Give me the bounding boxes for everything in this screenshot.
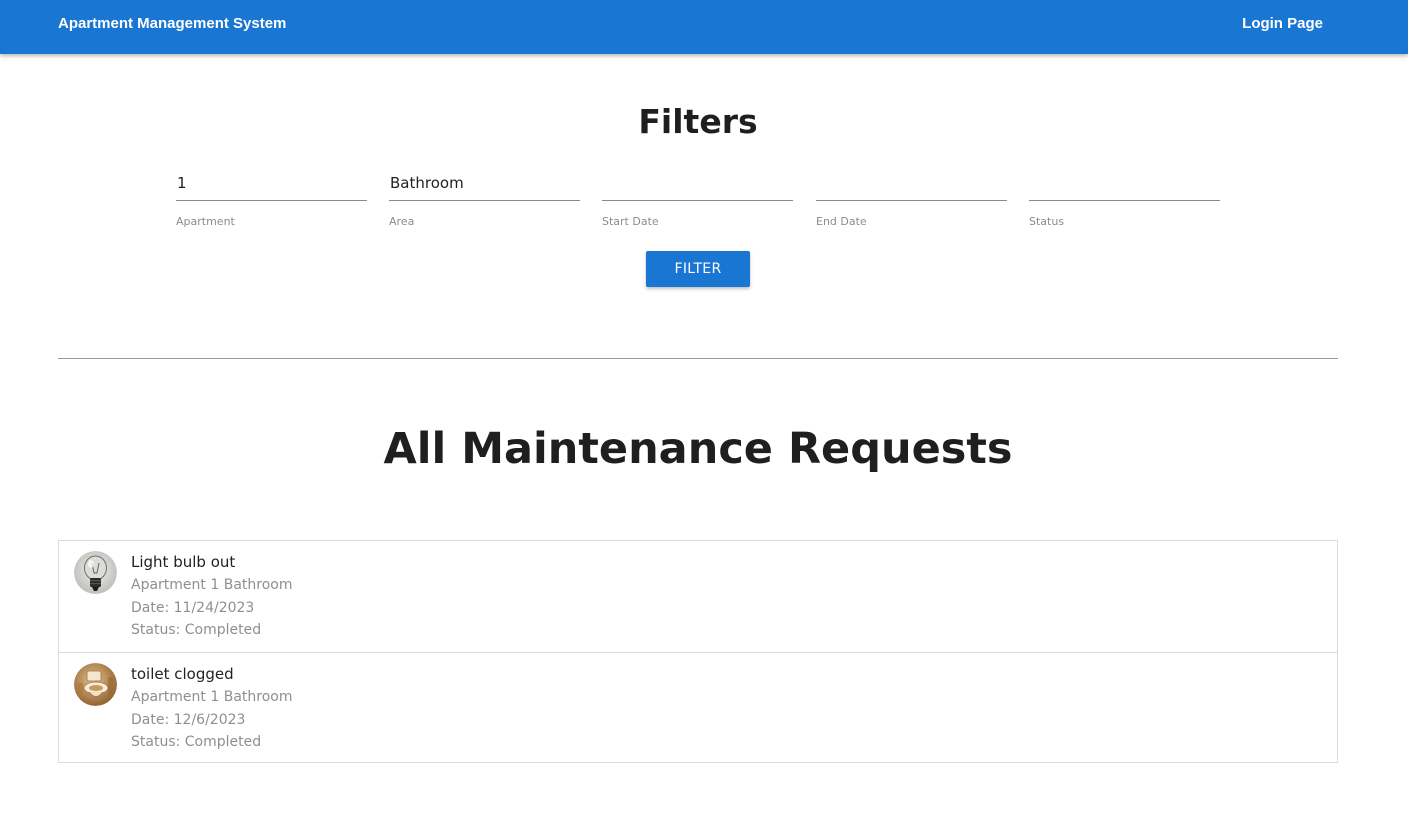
area-input[interactable] <box>389 162 580 201</box>
filters-heading: Filters <box>638 102 758 141</box>
requests-heading: All Maintenance Requests <box>383 424 1013 474</box>
status-filter: Status <box>1029 162 1220 228</box>
end-date-input[interactable] <box>816 162 1007 201</box>
request-title: Light bulb out <box>131 553 236 571</box>
end-date-helper-text: End Date <box>816 215 867 228</box>
section-divider <box>58 358 1338 359</box>
status-input[interactable] <box>1029 162 1220 201</box>
list-item[interactable]: Light bulb out Apartment 1 Bathroom Date… <box>59 541 1337 652</box>
request-location: Apartment 1 Bathroom <box>131 577 293 593</box>
toilet-avatar-icon <box>74 663 117 706</box>
maintenance-request-list: Light bulb out Apartment 1 Bathroom Date… <box>58 540 1338 763</box>
request-date: Date: 11/24/2023 <box>131 600 255 616</box>
apartment-input[interactable] <box>176 162 367 201</box>
start-date-filter: Start Date <box>602 162 793 228</box>
login-page-link[interactable]: Login Page <box>1242 15 1323 32</box>
request-title: toilet clogged <box>131 665 234 683</box>
apartment-filter: Apartment <box>176 162 367 228</box>
request-location: Apartment 1 Bathroom <box>131 689 293 705</box>
end-date-filter: End Date <box>816 162 1007 228</box>
request-status: Status: Completed <box>131 622 262 638</box>
request-status: Status: Completed <box>131 734 262 750</box>
start-date-helper-text: Start Date <box>602 215 659 228</box>
start-date-input[interactable] <box>602 162 793 201</box>
list-item[interactable]: toilet clogged Apartment 1 Bathroom Date… <box>59 652 1337 763</box>
app-bar: Apartment Management System Login Page <box>0 0 1408 54</box>
apartment-helper-text: Apartment <box>176 215 235 228</box>
area-filter: Area <box>389 162 580 228</box>
request-date: Date: 12/6/2023 <box>131 712 246 728</box>
light-bulb-avatar-icon <box>74 551 117 594</box>
area-helper-text: Area <box>389 215 415 228</box>
filter-button[interactable]: FILTER <box>646 251 750 287</box>
app-title[interactable]: Apartment Management System <box>58 15 286 32</box>
status-helper-text: Status <box>1029 215 1065 228</box>
